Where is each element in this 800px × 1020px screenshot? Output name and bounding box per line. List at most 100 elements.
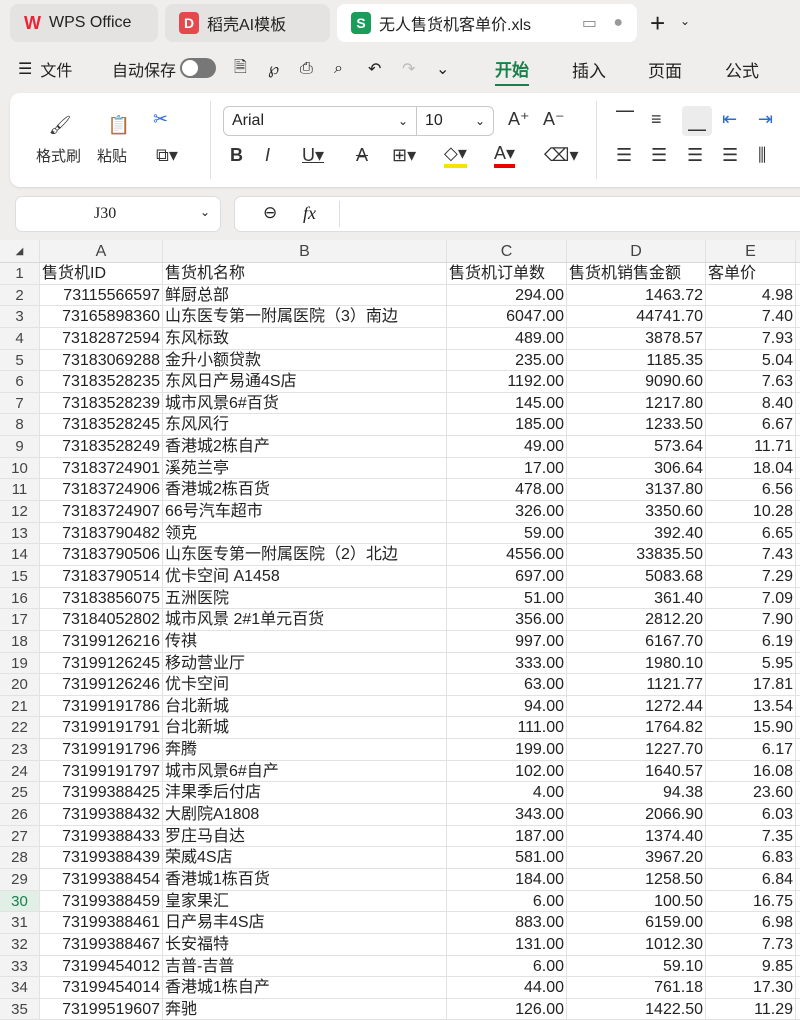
cell-b[interactable]: 东风标致 [163,327,447,349]
file-menu[interactable]: ☰ 文件 [18,52,72,86]
cell-e[interactable]: 6.56 [706,479,796,501]
cell-e[interactable]: 7.09 [706,587,796,609]
cell-a[interactable]: 73182872594 [40,327,163,349]
cell-c[interactable]: 294.00 [447,284,567,306]
cell-e[interactable]: 7.40 [706,306,796,327]
cell-e[interactable]: 9.85 [706,955,796,977]
row-header[interactable]: 12 [0,501,40,522]
column-header-d[interactable]: D [567,240,706,262]
cell-e[interactable]: 7.93 [706,327,796,349]
cell-f[interactable] [796,956,800,977]
cell-d[interactable]: 1374.40 [567,825,706,847]
cell-e[interactable]: 6.83 [706,847,796,868]
cell-e[interactable]: 15.90 [706,717,796,739]
cell-e[interactable]: 7.63 [706,371,796,392]
cell-f[interactable] [796,414,800,435]
save-icon[interactable]: 🗎 [234,52,247,86]
cell-b[interactable]: 东风日产易通4S店 [163,371,447,392]
cell-b[interactable]: 优卡空间 [163,674,447,695]
row-header[interactable]: 15 [0,565,40,587]
column-header-b[interactable]: B [163,240,447,262]
cell-d[interactable]: 6159.00 [567,912,706,933]
cell-e[interactable]: 客单价 [706,263,796,284]
zoom-formula-icon[interactable]: ⊖ [263,203,277,223]
cell-d[interactable]: 33835.50 [567,544,706,565]
cell-b[interactable]: 长安福特 [163,933,447,955]
cell-d[interactable]: 1463.72 [567,284,706,306]
align-right-icon[interactable]: ☰ [687,145,703,166]
print-icon[interactable]: ⎙ [300,52,313,86]
cell-c[interactable]: 111.00 [447,717,567,739]
cell-c[interactable]: 333.00 [447,652,567,674]
cell-c[interactable]: 6.00 [447,955,567,977]
decrease-font-icon[interactable]: A⁻ [543,109,565,130]
cell-f[interactable] [796,696,800,717]
name-box[interactable]: J30 ⌄ [15,196,221,232]
cell-d[interactable]: 3967.20 [567,847,706,868]
cell-e[interactable]: 6.19 [706,630,796,652]
cell-f[interactable] [796,826,800,847]
cell-b[interactable]: 奔腾 [163,739,447,760]
increase-font-icon[interactable]: A⁺ [508,109,530,130]
cell-e[interactable]: 17.81 [706,674,796,695]
cell-f[interactable] [796,847,800,868]
cell-d[interactable]: 9090.60 [567,371,706,392]
row-header[interactable]: 35 [0,998,40,1020]
cell-e[interactable]: 7.35 [706,825,796,847]
cell-f[interactable] [796,999,800,1020]
cell-f[interactable] [796,501,800,522]
row-header[interactable]: 3 [0,306,40,327]
cell-a[interactable]: 73199126216 [40,630,163,652]
formula-input[interactable] [339,201,739,227]
paste-button[interactable]: 粘贴 [97,145,127,166]
tab-page[interactable]: 页面 [648,52,682,86]
row-header[interactable]: 31 [0,912,40,933]
row-header[interactable]: 4 [0,327,40,349]
bold-icon[interactable]: B [230,145,243,166]
cell-c[interactable]: 6.00 [447,890,567,912]
monitor-icon[interactable]: ▭ [582,13,597,33]
row-header[interactable]: 25 [0,782,40,804]
cell-b[interactable]: 台北新城 [163,717,447,739]
font-name-select[interactable]: Arial ⌄ [223,106,417,136]
cell-a[interactable]: 73199126246 [40,674,163,695]
align-top-icon[interactable]: ⎺ [616,109,634,130]
cell-f[interactable] [796,523,800,544]
select-all-corner[interactable]: ◢ [0,240,40,262]
cell-e[interactable]: 16.75 [706,890,796,912]
cell-b[interactable]: 日产易丰4S店 [163,912,447,933]
align-left-icon[interactable]: ☰ [616,145,632,166]
autosave-toggle[interactable] [180,58,216,78]
cell-e[interactable]: 6.67 [706,414,796,436]
cell-a[interactable]: 73183790514 [40,565,163,587]
cell-b[interactable]: 台北新城 [163,695,447,717]
italic-icon[interactable]: I [265,145,270,166]
cell-c[interactable]: 131.00 [447,933,567,955]
cell-b[interactable]: 香港城2栋自产 [163,436,447,457]
cell-b[interactable]: 罗庄马自达 [163,825,447,847]
cell-a[interactable]: 售货机ID [40,263,163,284]
row-header[interactable]: 7 [0,392,40,414]
cell-d[interactable]: 5083.68 [567,565,706,587]
cell-a[interactable]: 73183528249 [40,436,163,457]
cell-d[interactable]: 392.40 [567,522,706,544]
cell-f[interactable] [796,566,800,587]
borders-icon[interactable]: ⊞▾ [392,145,416,166]
cell-c[interactable]: 4.00 [447,782,567,804]
row-header[interactable]: 29 [0,868,40,890]
cell-b[interactable]: 山东医专第一附属医院（2）北边 [163,544,447,565]
cell-f[interactable] [796,782,800,803]
cell-c[interactable]: 581.00 [447,847,567,868]
cell-f[interactable] [796,306,800,327]
row-header[interactable]: 34 [0,977,40,998]
row-header[interactable]: 13 [0,522,40,544]
cell-b[interactable]: 城市风景 2#1单元百货 [163,609,447,630]
cell-c[interactable]: 187.00 [447,825,567,847]
row-header[interactable]: 18 [0,630,40,652]
cell-d[interactable]: 1121.77 [567,674,706,695]
cell-d[interactable]: 59.10 [567,955,706,977]
cell-b[interactable]: 荣威4S店 [163,847,447,868]
cell-d[interactable]: 售货机销售金额 [567,263,706,284]
cell-c[interactable]: 883.00 [447,912,567,933]
cell-d[interactable]: 1012.30 [567,933,706,955]
